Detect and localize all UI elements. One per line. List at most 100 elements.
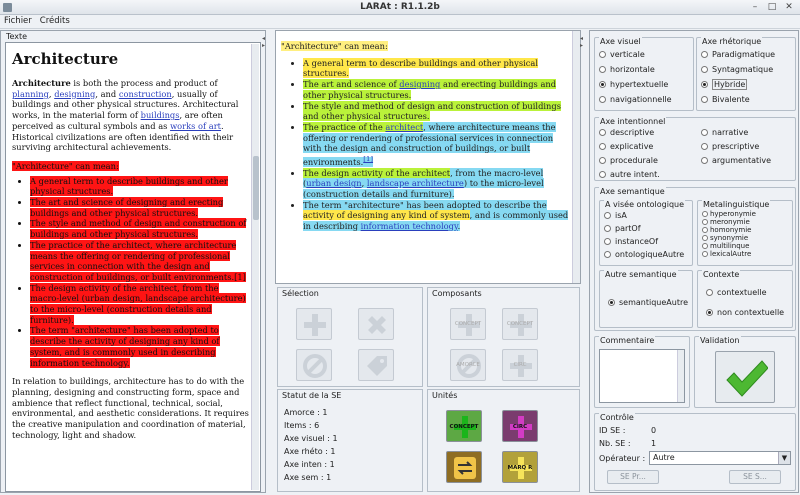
radio-instanceof[interactable]: instanceOf	[604, 237, 658, 246]
radio-descriptive[interactable]: descriptive	[599, 128, 654, 137]
radio-partof[interactable]: partOf	[604, 224, 641, 233]
link-construction[interactable]: construction	[119, 89, 172, 99]
unit-circ-button[interactable]: CIRC	[502, 410, 538, 442]
list-item-text: The term "architecture" has been adopted…	[30, 325, 220, 368]
list-item-text: A general term to describe buildings and…	[303, 57, 538, 79]
radio-navigationnelle[interactable]: navigationnelle	[599, 95, 672, 104]
validate-button[interactable]	[715, 351, 775, 403]
radio-argumentative[interactable]: argumentative	[701, 156, 771, 165]
list-item: The term "architecture" has been adopted…	[303, 199, 571, 232]
radio-paradigmatique[interactable]: Paradigmatique	[701, 50, 775, 59]
next-se-button[interactable]: SE S...	[729, 470, 781, 484]
close-icon[interactable]: ✕	[784, 2, 794, 12]
radio-label: ontologiqueAutre	[615, 250, 685, 259]
nb-se-value: 1	[651, 439, 657, 448]
stat-axe-sem: Axe sem : 1	[284, 473, 332, 482]
radio-icon	[599, 171, 606, 178]
previous-se-button[interactable]: SE Pr...	[607, 470, 659, 484]
validation-title: Validation	[699, 336, 741, 345]
tag-button[interactable]	[358, 349, 394, 381]
radio-homonymie[interactable]: homonymie	[702, 226, 751, 234]
radio-syntagmatique[interactable]: Syntagmatique	[701, 65, 773, 74]
menu-fichier[interactable]: Fichier	[4, 16, 32, 26]
radio-narrative[interactable]: narrative	[701, 128, 748, 137]
remove-button[interactable]	[358, 308, 394, 340]
link-buildings[interactable]: buildings	[141, 110, 180, 120]
link-architect[interactable]: architect	[385, 122, 423, 132]
forbid-button[interactable]	[296, 349, 332, 381]
checkmark-icon	[726, 360, 768, 397]
stat-axe-visuel: Axe visuel : 1	[284, 434, 338, 443]
radio-label: contextuelle	[717, 288, 767, 297]
autre-semantique-group: Autre semantique semantiqueAutre	[599, 270, 693, 328]
annotation-view[interactable]: "Architecture" can mean: A general term …	[275, 30, 581, 284]
radio-verticale[interactable]: verticale	[599, 50, 645, 59]
unit-concept-label: CONCEPT	[449, 424, 479, 430]
list-item: The design activity of the architect, fr…	[303, 167, 571, 200]
intro-text: , and	[95, 88, 119, 99]
radio-label: isA	[615, 211, 627, 220]
maximize-icon[interactable]: □	[767, 2, 777, 12]
radio-label: prescriptive	[712, 142, 760, 151]
selection-panel: Sélection	[277, 287, 423, 387]
commentaire-scrollbar[interactable]	[677, 350, 684, 402]
selection-title: Sélection	[282, 289, 319, 298]
radio-icon	[702, 219, 708, 225]
link-designing[interactable]: designing	[54, 89, 95, 99]
radio-contextuelle[interactable]: contextuelle	[706, 288, 767, 297]
operateur-select[interactable]: Autre ▼	[649, 451, 791, 465]
radio-hybride[interactable]: Hybride	[701, 79, 748, 90]
unites-panel: Unités CONCEPT CIRC MARQ R	[427, 389, 580, 492]
radio-horizontale[interactable]: horizontale	[599, 65, 655, 74]
concept-button-2[interactable]: CONCEPT	[502, 308, 538, 340]
link-landscape-architecture[interactable]: landscape architecture	[367, 178, 464, 188]
radio-meronymie[interactable]: meronymie	[702, 218, 750, 226]
concept-button[interactable]: CONCEPT	[450, 308, 486, 340]
radio-prescriptive[interactable]: prescriptive	[701, 142, 759, 151]
list-item-text: The art and science of	[303, 79, 400, 90]
axe-semantique-title: Axe semantique	[599, 187, 666, 196]
link-information-technology[interactable]: information technology	[361, 221, 458, 231]
radio-non-contextuelle[interactable]: non contextuelle	[706, 308, 784, 317]
link-urban-design[interactable]: urban design	[306, 178, 361, 188]
radio-label: instanceOf	[615, 237, 659, 246]
commentaire-input[interactable]	[599, 349, 685, 403]
amorce-button[interactable]: AMORCE	[450, 349, 486, 381]
radio-lexicalautre[interactable]: lexicalAutre	[702, 250, 751, 258]
scroll-thumb[interactable]	[253, 156, 259, 220]
radio-isa[interactable]: isA	[604, 211, 627, 220]
radio-synonymie[interactable]: synonymie	[702, 234, 748, 242]
text-scrollbar[interactable]	[251, 44, 259, 490]
reference-link[interactable]: [1]	[363, 155, 373, 163]
radio-ontologiqueautre[interactable]: ontologiqueAutre	[604, 250, 684, 259]
source-text-area[interactable]: Architecture Architecture is both the pr…	[5, 42, 261, 492]
radio-label: homonymie	[710, 226, 752, 234]
splitter-left[interactable]: ◂ ▸	[262, 35, 265, 49]
minimize-icon[interactable]: –	[750, 2, 760, 12]
radio-explicative[interactable]: explicative	[599, 142, 653, 151]
circ-button[interactable]: CIRC	[502, 349, 538, 381]
menu-credits[interactable]: Crédits	[40, 16, 70, 26]
radio-hyperonymie[interactable]: hyperonymie	[702, 210, 756, 218]
window-controls: – □ ✕	[743, 2, 794, 12]
axe-intentionnel-group: Axe intentionnel descriptive explicative…	[594, 117, 796, 181]
axe-intentionnel-title: Axe intentionnel	[599, 117, 667, 126]
radio-semantiqueautre[interactable]: semantiqueAutre	[608, 298, 688, 307]
link-works-of-art[interactable]: works of art	[170, 121, 221, 131]
annotation-scrollbar[interactable]	[572, 31, 580, 283]
chevron-down-icon[interactable]: ▼	[778, 452, 790, 464]
unit-marq-button[interactable]: MARQ R	[502, 451, 538, 483]
radio-hypertextuelle[interactable]: hypertextuelle	[599, 80, 668, 89]
splitter-right[interactable]: ◂ ▸	[580, 35, 583, 49]
unit-circ-label: CIRC	[512, 424, 528, 430]
radio-multilinque[interactable]: multilinque	[702, 242, 749, 250]
link-planning[interactable]: planning	[12, 89, 49, 99]
link-designing[interactable]: designing	[399, 79, 440, 89]
unit-swap-button[interactable]	[446, 451, 482, 483]
id-se-label: ID SE :	[599, 426, 626, 435]
radio-procedurale[interactable]: procedurale	[599, 156, 658, 165]
add-button[interactable]	[296, 308, 332, 340]
radio-autre-intent[interactable]: autre intent.	[599, 170, 660, 179]
radio-bivalente[interactable]: Bivalente	[701, 95, 750, 104]
unit-concept-button[interactable]: CONCEPT	[446, 410, 482, 442]
